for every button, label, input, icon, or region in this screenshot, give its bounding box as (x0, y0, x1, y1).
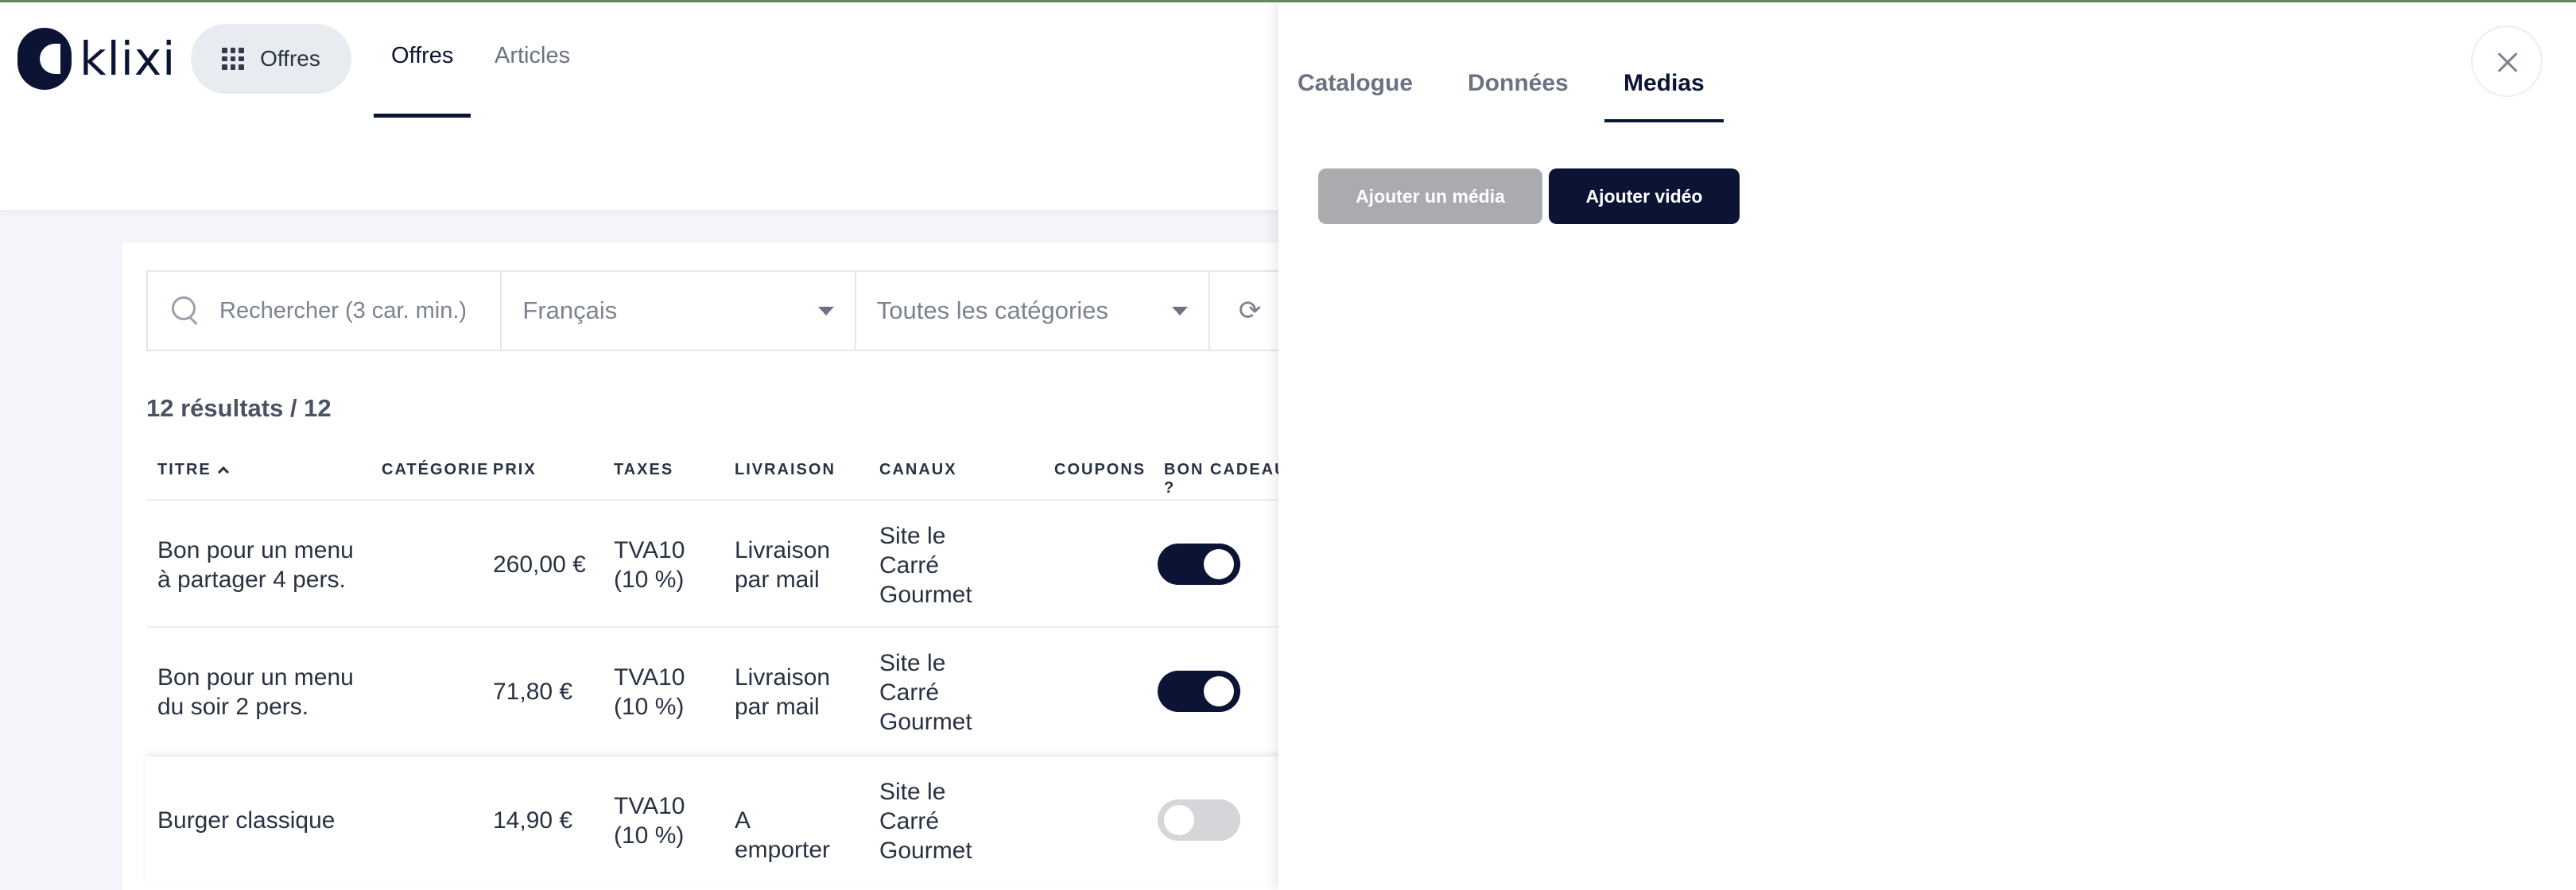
gift-card-toggle[interactable] (1158, 799, 1240, 841)
cell-channels: Site le Carré Gourmet (879, 523, 972, 608)
add-video-button[interactable]: Ajouter vidéo (1549, 168, 1740, 224)
panel-tab-donnees[interactable]: Données (1468, 70, 1569, 122)
cell-title: Burger classique (157, 807, 336, 834)
column-header-coupons[interactable]: COUPONS (1054, 461, 1146, 479)
cell-price: 260,00 € (493, 551, 586, 578)
gift-card-toggle[interactable] (1158, 671, 1240, 712)
column-header-livraison[interactable]: LIVRAISON (735, 461, 836, 479)
top-accent-line (0, 0, 2576, 2)
cell-tax: TVA10 (10 %) (614, 664, 685, 720)
apps-grid-icon (222, 48, 245, 70)
toggle-knob (1204, 549, 1234, 579)
refresh-icon: ⟳ (1238, 296, 1262, 326)
klixi-logo[interactable]: klixi (17, 27, 176, 91)
apps-menu-button[interactable]: Offres (191, 24, 351, 94)
language-select-value: Français (522, 296, 618, 324)
table-header: TITRE CATÉGORIE PRIX TAXES LIVRAISON CAN… (146, 453, 1291, 497)
table-row[interactable]: Burger classique 14,90 € TVA10 (10 %) A … (146, 755, 1291, 882)
sort-asc-icon (217, 466, 229, 478)
close-icon[interactable] (2471, 25, 2543, 97)
search-input[interactable] (219, 297, 498, 324)
panel-tab-catalogue[interactable]: Catalogue (1298, 70, 1413, 122)
column-header-prix[interactable]: PRIX (493, 461, 537, 479)
cell-delivery: Livraison par mail (735, 664, 831, 720)
cell-delivery: Livraison par mail (735, 537, 831, 593)
cell-tax: TVA10 (10 %) (614, 793, 685, 849)
tab-offres[interactable]: Offres (373, 43, 472, 118)
apps-menu-label: Offres (260, 46, 320, 71)
table-row[interactable]: Bon pour un menu du soir 2 pers. 71,80 €… (146, 626, 1291, 753)
toggle-knob (1204, 676, 1234, 706)
cell-delivery: A emporter (735, 807, 831, 863)
tab-articles[interactable]: Articles (495, 43, 570, 118)
cell-price: 14,90 € (493, 807, 573, 834)
toggle-knob (1164, 805, 1194, 835)
results-count: 12 résultats / 12 (146, 394, 332, 422)
table-row[interactable]: Bon pour un menu à partager 4 pers. 260,… (146, 499, 1291, 626)
offers-list-card: Français Toutes les catégories ⟳ 12 résu… (122, 243, 1291, 890)
offer-detail-panel: Catalogue Données Medias Ajouter un médi… (1278, 0, 2576, 890)
column-header-bon-cadeau[interactable]: BON CADEAU ? (1164, 461, 1291, 497)
logo-text: klixi (80, 32, 177, 86)
cell-title: Bon pour un menu du soir 2 pers. (157, 664, 354, 720)
category-select[interactable]: Toutes les catégories (856, 272, 1211, 350)
cell-tax: TVA10 (10 %) (614, 537, 685, 593)
column-header-titre[interactable]: TITRE (157, 461, 229, 479)
cell-channels: Site le Carré Gourmet (879, 779, 972, 864)
search-icon (172, 296, 200, 325)
cell-price: 71,80 € (493, 679, 573, 705)
column-header-canaux[interactable]: CANAUX (879, 461, 957, 479)
panel-tab-medias[interactable]: Medias (1604, 70, 1724, 122)
gift-card-toggle[interactable] (1158, 544, 1240, 585)
column-header-taxes[interactable]: TAXES (614, 461, 673, 479)
chevron-down-icon (1172, 307, 1189, 315)
logo-mark-icon (17, 28, 72, 90)
category-select-value: Toutes les catégories (876, 296, 1108, 324)
chevron-down-icon (817, 307, 834, 315)
cell-title: Bon pour un menu à partager 4 pers. (157, 537, 354, 593)
add-media-button[interactable]: Ajouter un média (1318, 168, 1542, 224)
language-select[interactable]: Français (502, 272, 856, 350)
filter-bar: Français Toutes les catégories ⟳ (146, 270, 1291, 351)
cell-channels: Site le Carré Gourmet (879, 650, 972, 735)
search-filter (148, 272, 502, 350)
column-header-categorie[interactable]: CATÉGORIE (382, 461, 489, 479)
